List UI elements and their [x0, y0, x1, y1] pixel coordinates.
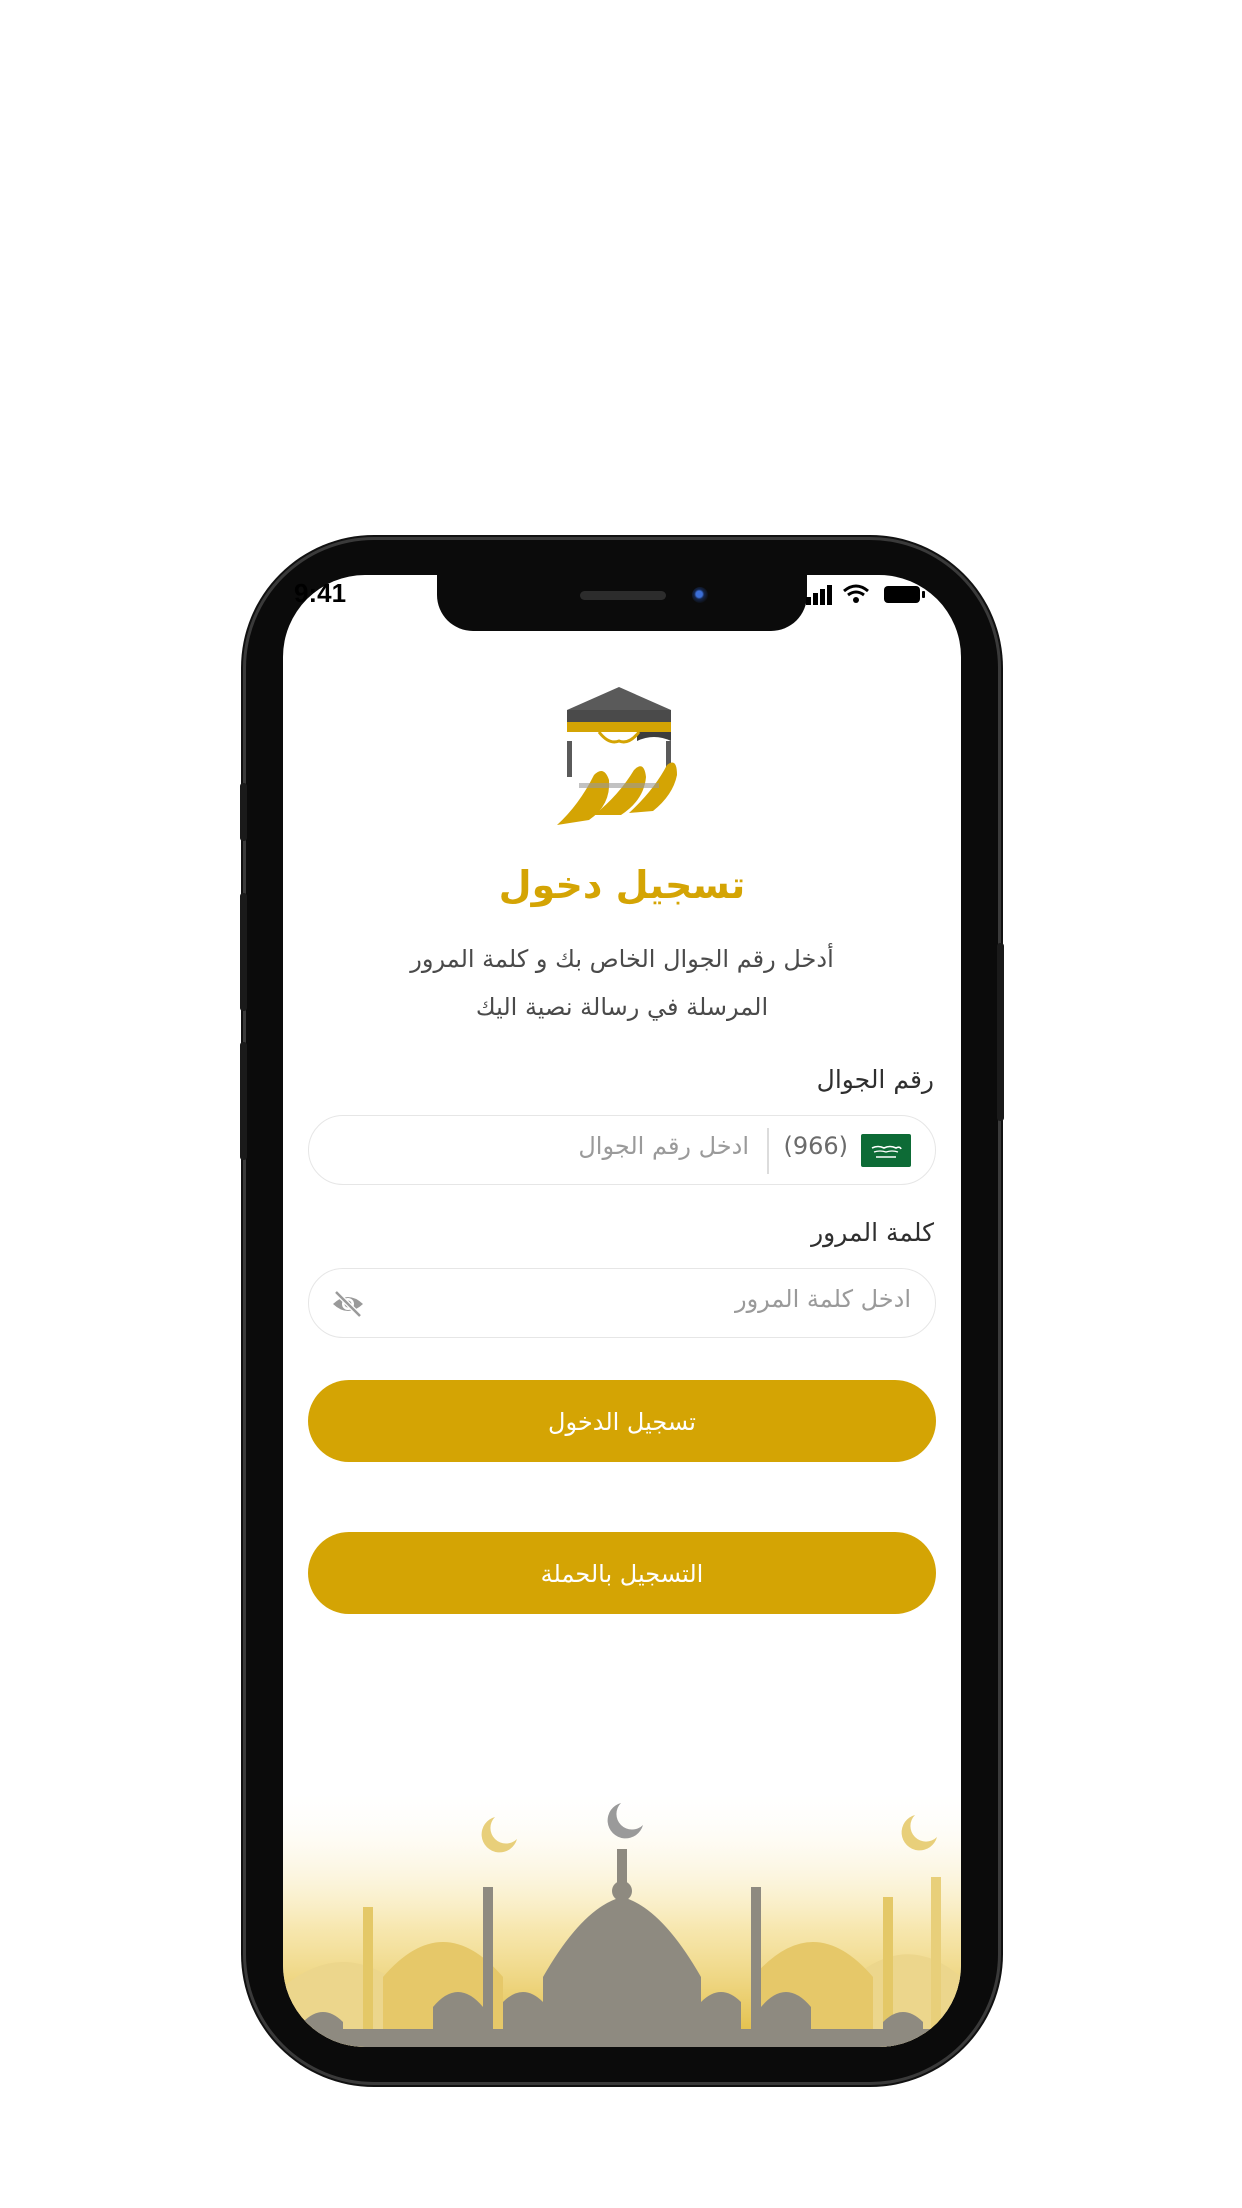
mosque-skyline-illustration — [283, 1787, 961, 2047]
login-screen: تسجيل دخول أدخل رقم الجوال الخاص بك و كل… — [283, 575, 961, 2047]
volume-up-button — [240, 893, 247, 1011]
status-icons — [806, 584, 925, 605]
front-camera — [692, 587, 708, 603]
battery-icon — [884, 586, 925, 603]
eye-off-icon[interactable] — [331, 1289, 365, 1319]
login-button[interactable]: تسجيل الدخول — [308, 1380, 936, 1462]
page-title: تسجيل دخول — [498, 863, 746, 907]
app-logo — [557, 687, 677, 825]
country-code[interactable]: (966) — [783, 1132, 848, 1160]
status-time: 9:41 — [294, 578, 347, 608]
phone-label: رقم الجوال — [816, 1065, 934, 1094]
speaker-grille — [580, 591, 666, 600]
instructions-line-1: أدخل رقم الجوال الخاص بك و كلمة المرور — [410, 945, 834, 973]
instructions-line-2: المرسلة في رسالة نصية اليك — [475, 993, 769, 1021]
password-input[interactable]: ادخل كلمة المرور — [735, 1285, 911, 1313]
mute-switch — [240, 783, 247, 841]
volume-down-button — [240, 1042, 247, 1160]
phone-field[interactable]: (966) ادخل رقم الجوال — [308, 1115, 936, 1185]
saudi-flag-icon[interactable] — [861, 1134, 911, 1167]
power-button — [997, 943, 1004, 1121]
phone-input[interactable]: ادخل رقم الجوال — [578, 1132, 749, 1160]
field-divider — [767, 1128, 769, 1174]
campaign-register-button[interactable]: التسجيل بالحملة — [308, 1532, 936, 1614]
signal-icon — [806, 585, 832, 605]
wifi-icon — [843, 584, 869, 603]
password-field[interactable]: ادخل كلمة المرور — [308, 1268, 936, 1338]
instructions: أدخل رقم الجوال الخاص بك و كلمة المرور ا… — [343, 935, 901, 1031]
phone-screen: تسجيل دخول أدخل رقم الجوال الخاص بك و كل… — [283, 575, 961, 2047]
notch — [437, 575, 807, 631]
password-label: كلمة المرور — [811, 1218, 934, 1247]
